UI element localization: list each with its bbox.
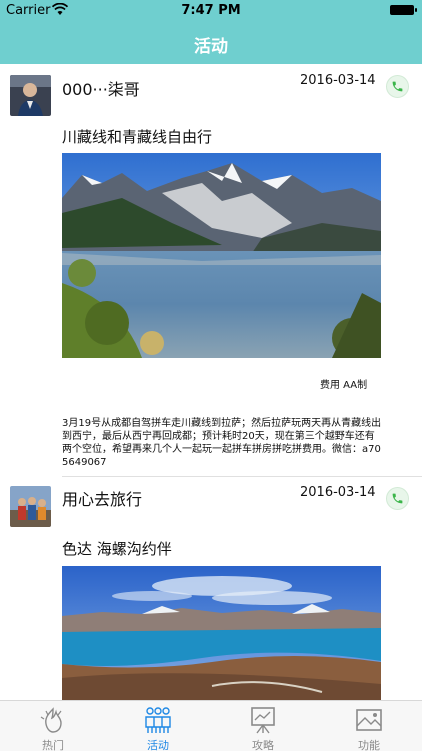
battery-icon — [390, 5, 417, 15]
tab-label: 热门 — [42, 739, 64, 752]
function-icon — [356, 709, 382, 731]
post-divider — [62, 476, 422, 477]
tab-guide[interactable]: 攻略 — [210, 701, 316, 752]
avatar[interactable] — [10, 486, 51, 527]
tab-label: 活动 — [147, 739, 169, 752]
hot-icon — [40, 707, 62, 733]
tab-hot[interactable]: 热门 — [0, 701, 106, 752]
post-fee: 费用 AA制 — [320, 380, 368, 391]
navigation-bar: Carrier 7:47 PM 活动 — [0, 0, 422, 64]
phone-icon — [392, 493, 403, 504]
tab-label: 攻略 — [252, 739, 274, 752]
user-avatar-image — [10, 75, 51, 116]
status-bar: Carrier 7:47 PM — [0, 0, 422, 22]
tab-activity[interactable]: 活动 — [105, 701, 211, 752]
post-card[interactable]: 用心去旅行 2016-03-14 色达 海螺沟约伴 — [0, 478, 422, 700]
status-time: 7:47 PM — [181, 3, 241, 18]
call-button[interactable] — [386, 75, 409, 98]
post-photo[interactable] — [62, 566, 381, 700]
post-photo[interactable] — [62, 153, 381, 358]
page-title: 活动 — [194, 37, 228, 57]
guide-icon — [251, 707, 275, 734]
lake-valley-image — [62, 566, 381, 700]
post-card[interactable]: 000···柒哥 2016-03-14 川藏线和青藏线自由行 费用 AA制 3月… — [0, 64, 422, 477]
post-title[interactable]: 色达 海螺沟约伴 — [62, 538, 172, 559]
post-username[interactable]: 用心去旅行 — [62, 486, 142, 510]
post-description: 3月19号从成都自驾拼车走川藏线到拉萨；然后拉萨玩两天再从青藏线出到西宁，最后从… — [62, 418, 382, 468]
tab-bar: 热门 活动 攻略 功能 — [0, 700, 422, 752]
post-title[interactable]: 川藏线和青藏线自由行 — [62, 126, 212, 147]
tab-function[interactable]: 功能 — [316, 701, 422, 752]
activity-icon — [145, 707, 171, 733]
mountain-lake-image — [62, 153, 381, 358]
post-date: 2016-03-14 — [300, 73, 376, 88]
tab-label: 功能 — [358, 739, 380, 752]
phone-icon — [392, 81, 403, 92]
activity-feed[interactable]: 000···柒哥 2016-03-14 川藏线和青藏线自由行 费用 AA制 3月… — [0, 64, 422, 700]
call-button[interactable] — [386, 487, 409, 510]
post-date: 2016-03-14 — [300, 485, 376, 500]
post-username[interactable]: 000···柒哥 — [62, 76, 140, 100]
avatar[interactable] — [10, 75, 51, 116]
user-avatar-image — [10, 486, 51, 527]
